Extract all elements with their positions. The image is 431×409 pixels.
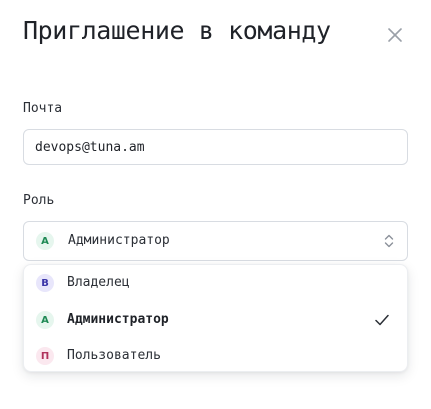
role-option-badge: В bbox=[36, 274, 54, 292]
role-option-label: Администратор bbox=[67, 312, 169, 327]
role-badge: А bbox=[36, 232, 54, 250]
check-icon bbox=[374, 312, 390, 331]
role-option-user[interactable]: П Пользователь bbox=[24, 338, 407, 374]
role-option-label: Пользователь bbox=[67, 348, 161, 363]
role-option-badge: А bbox=[36, 311, 54, 329]
role-option-badge: П bbox=[36, 347, 54, 365]
invite-dialog: Приглашение в команду Почта Роль А Админ… bbox=[0, 0, 431, 409]
role-select[interactable]: А Администратор bbox=[23, 221, 408, 261]
role-dropdown-menu: В Владелец А Администратор П Пользовател… bbox=[23, 264, 408, 372]
chevron-up-down-icon bbox=[383, 233, 395, 253]
email-label: Почта bbox=[23, 101, 63, 116]
role-select-value: Администратор bbox=[68, 233, 170, 248]
role-option-label: Владелец bbox=[67, 275, 130, 290]
role-label: Роль bbox=[23, 193, 55, 208]
close-icon[interactable] bbox=[384, 24, 406, 46]
dialog-title: Приглашение в команду bbox=[23, 16, 331, 45]
role-option-owner[interactable]: В Владелец bbox=[24, 265, 407, 301]
role-option-admin[interactable]: А Администратор bbox=[24, 302, 407, 338]
email-input[interactable] bbox=[23, 129, 408, 165]
